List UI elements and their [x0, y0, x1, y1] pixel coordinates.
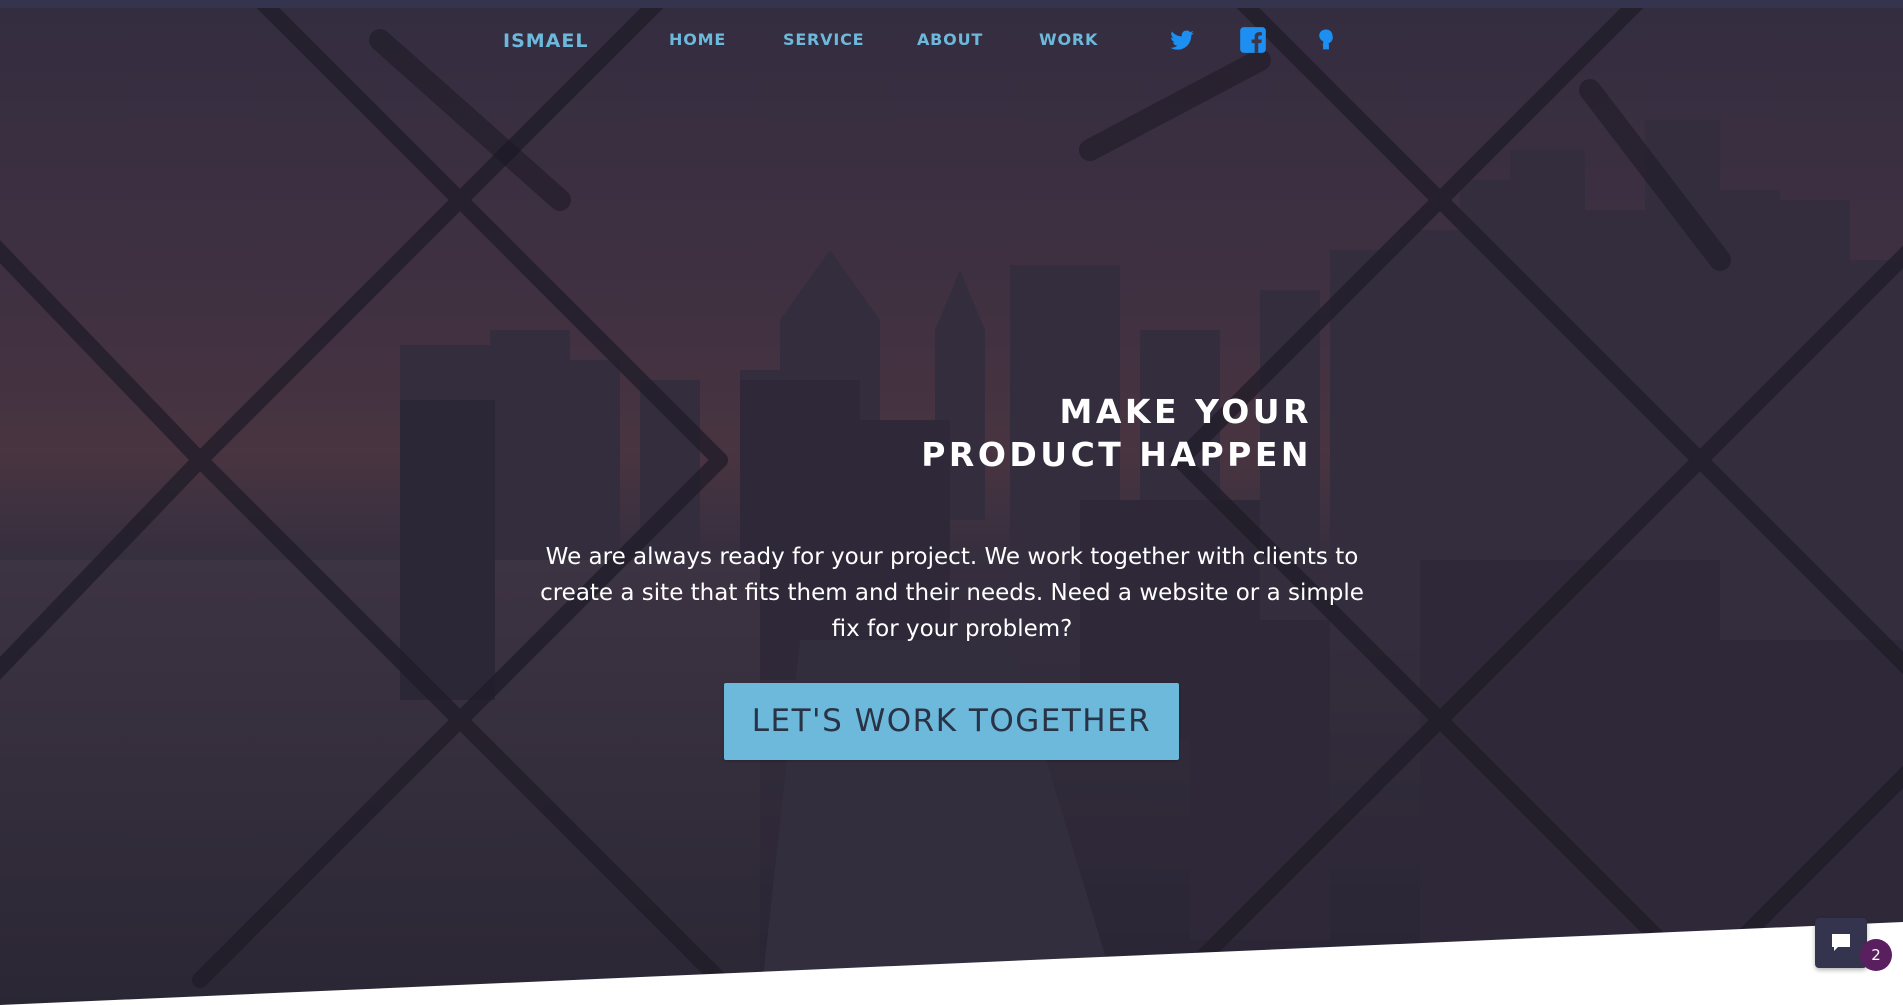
main-navigation: ISMAEL HOME SERVICE ABOUT WORK — [0, 8, 1903, 72]
nav-link-service[interactable]: SERVICE — [783, 30, 864, 49]
hero-headline-line-1: MAKE YOUR — [1059, 392, 1312, 432]
brand-logo[interactable]: ISMAEL — [503, 30, 588, 52]
top-accent-bar — [0, 0, 1903, 8]
nav-link-work[interactable]: WORK — [1039, 30, 1098, 49]
hero-headline-line-2: PRODUCT HAPPEN — [921, 435, 1312, 475]
hero-headline: MAKE YOUR PRODUCT HAPPEN — [560, 390, 1312, 476]
github-icon — [1319, 29, 1333, 50]
lets-work-together-button[interactable]: LET'S WORK TOGETHER — [724, 683, 1179, 760]
page: ISMAEL HOME SERVICE ABOUT WORK MAKE YOUR… — [0, 0, 1903, 1005]
twitter-link[interactable] — [1168, 26, 1196, 54]
hero-description: We are always ready for your project. We… — [540, 544, 1364, 642]
chat-bubble-icon — [1832, 934, 1850, 951]
section-divider-shape — [0, 922, 1903, 1005]
nav-link-about[interactable]: ABOUT — [917, 30, 983, 49]
facebook-icon — [1240, 27, 1266, 53]
hero-section — [0, 0, 1903, 1005]
chat-widget-button[interactable] — [1815, 918, 1867, 968]
github-link[interactable] — [1312, 26, 1340, 54]
chat-notification-badge: 2 — [1860, 939, 1892, 971]
nav-link-home[interactable]: HOME — [669, 30, 726, 49]
facebook-link[interactable] — [1239, 26, 1267, 54]
twitter-icon — [1170, 30, 1194, 50]
